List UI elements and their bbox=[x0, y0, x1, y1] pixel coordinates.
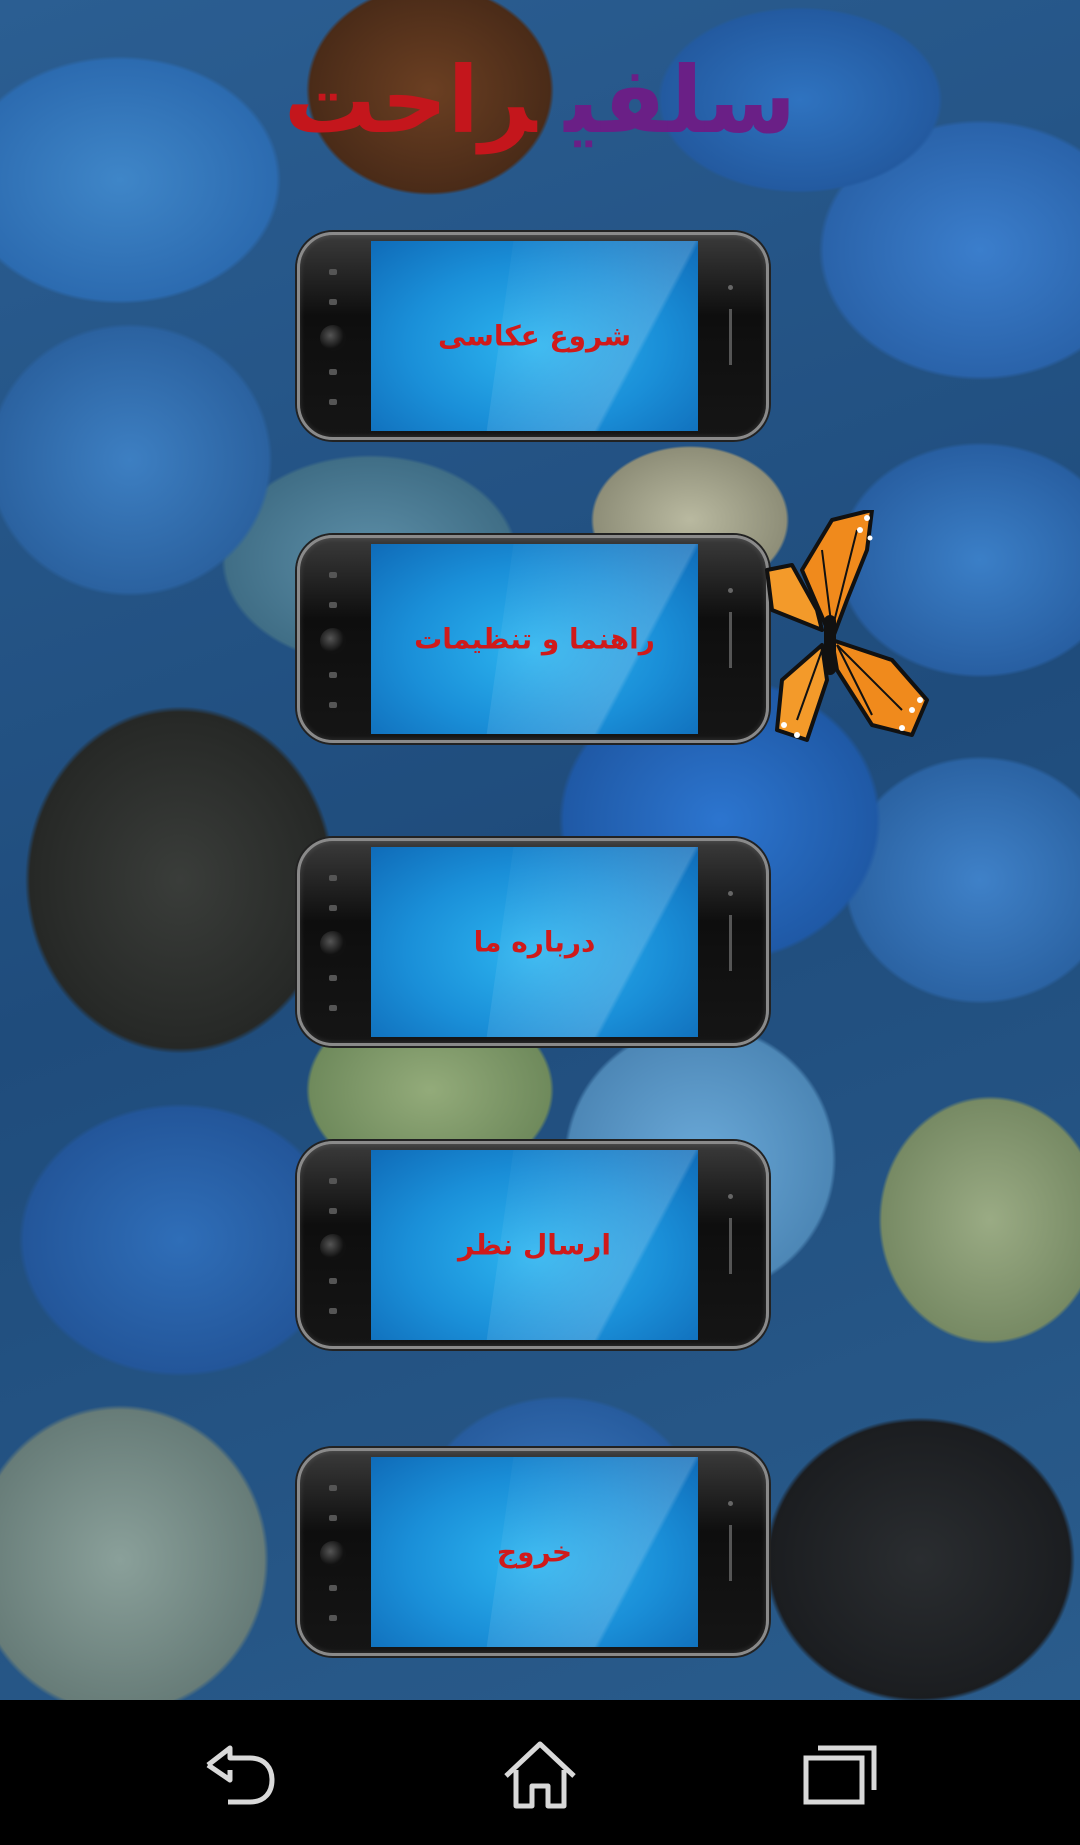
phone-dot bbox=[329, 1208, 337, 1214]
menu-label-start: شروع عکاسی bbox=[437, 319, 632, 353]
phone-dot bbox=[329, 399, 337, 405]
phone-dot bbox=[329, 702, 337, 708]
phone-dot bbox=[329, 975, 337, 981]
phone-sensor bbox=[728, 588, 733, 593]
phone-speaker bbox=[729, 309, 732, 365]
menu-label-about: درباره ما bbox=[473, 925, 596, 959]
phone-camera-icon bbox=[320, 1234, 346, 1260]
phone-dot bbox=[329, 299, 337, 305]
phone-speaker bbox=[729, 1218, 732, 1274]
start-photo-button[interactable]: شروع عکاسی bbox=[297, 232, 769, 440]
phone-sensor bbox=[728, 285, 733, 290]
navigation-bar bbox=[0, 1700, 1080, 1845]
phone-sensor bbox=[728, 891, 733, 896]
back-icon[interactable] bbox=[200, 1740, 280, 1810]
phone-screen: راهنما و تنظیمات bbox=[371, 544, 698, 734]
phone-dot bbox=[329, 672, 337, 678]
phone-dot bbox=[329, 1515, 337, 1521]
phone-camera-icon bbox=[320, 325, 346, 351]
phone-screen: ارسال نظر bbox=[371, 1150, 698, 1340]
phone-screen: شروع عکاسی bbox=[371, 241, 698, 431]
phone-sensor bbox=[728, 1501, 733, 1506]
app-title: سلفیراحت bbox=[0, 55, 1080, 147]
phone-camera-icon bbox=[320, 931, 346, 957]
phone-dot bbox=[329, 602, 337, 608]
phone-dot bbox=[329, 269, 337, 275]
app-title-word2: راحت bbox=[283, 47, 537, 154]
exit-button[interactable]: خروج bbox=[297, 1448, 769, 1656]
help-settings-button[interactable]: راهنما و تنظیمات bbox=[297, 535, 769, 743]
phone-speaker bbox=[729, 1525, 732, 1581]
phone-speaker bbox=[729, 915, 732, 971]
home-icon[interactable] bbox=[500, 1740, 580, 1810]
butterfly-icon bbox=[765, 510, 929, 742]
phone-dot bbox=[329, 1278, 337, 1284]
phone-camera-icon bbox=[320, 1541, 346, 1567]
phone-dot bbox=[329, 875, 337, 881]
phone-dot bbox=[329, 572, 337, 578]
phone-screen: خروج bbox=[371, 1457, 698, 1647]
phone-dot bbox=[329, 1485, 337, 1491]
send-feedback-button[interactable]: ارسال نظر bbox=[297, 1141, 769, 1349]
phone-screen: درباره ما bbox=[371, 847, 698, 1037]
phone-dot bbox=[329, 1178, 337, 1184]
recents-icon[interactable] bbox=[800, 1740, 880, 1810]
phone-dot bbox=[329, 1308, 337, 1314]
phone-dot bbox=[329, 905, 337, 911]
phone-dot bbox=[329, 1615, 337, 1621]
phone-camera-icon bbox=[320, 628, 346, 654]
phone-dot bbox=[329, 1005, 337, 1011]
butterfly-body bbox=[824, 615, 836, 675]
menu-label-feedback: ارسال نظر bbox=[457, 1228, 611, 1262]
about-us-button[interactable]: درباره ما bbox=[297, 838, 769, 1046]
app-title-word1: سلفی bbox=[564, 47, 797, 154]
phone-dot bbox=[329, 369, 337, 375]
phone-dot bbox=[329, 1585, 337, 1591]
menu-label-help: راهنما و تنظیمات bbox=[414, 622, 655, 656]
phone-speaker bbox=[729, 612, 732, 668]
phone-sensor bbox=[728, 1194, 733, 1199]
menu-label-exit: خروج bbox=[496, 1535, 573, 1569]
